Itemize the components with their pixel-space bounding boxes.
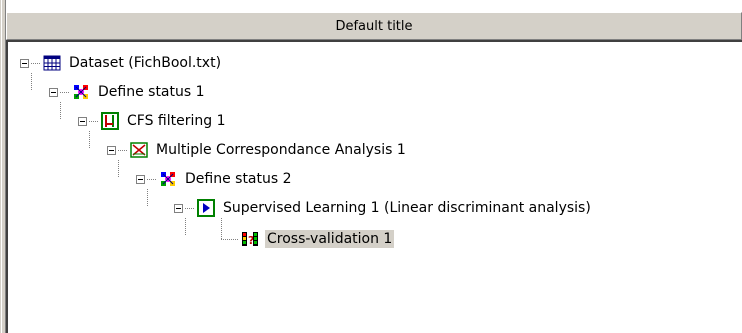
tree-node-cross-validation[interactable]: ? Cross-validation 1 — [241, 228, 395, 250]
tree-connector — [185, 218, 186, 235]
dataset-table-icon — [43, 54, 61, 72]
tree-node-mca[interactable]: Multiple Correspondance Analysis 1 — [107, 139, 408, 161]
tree-connector — [147, 189, 148, 206]
tree-node-label: Supervised Learning 1 (Linear discrimina… — [223, 200, 591, 216]
tree-connector — [89, 131, 90, 148]
tree-node-label: Define status 2 — [185, 171, 292, 187]
window-title: Default title — [335, 18, 413, 34]
tree-connector — [221, 218, 222, 239]
tree-node-define-status-1[interactable]: Define status 1 — [49, 81, 207, 103]
tree-node-label: Define status 1 — [98, 84, 205, 100]
tree-node-supervised-learning[interactable]: Supervised Learning 1 (Linear discrimina… — [174, 197, 593, 219]
main-window: Default title Dataset (FichBool.txt) Def… — [0, 0, 742, 333]
feature-selection-icon — [101, 112, 119, 130]
tree-view[interactable]: Dataset (FichBool.txt) Define status 1 C… — [6, 40, 742, 333]
define-status-icon — [159, 170, 177, 188]
tree-node-label: Cross-validation 1 — [265, 230, 395, 248]
tree-node-cfs-filtering[interactable]: CFS filtering 1 — [78, 110, 228, 132]
tree-node-label: Dataset (FichBool.txt) — [69, 55, 222, 71]
window-title-bar: Default title — [6, 12, 742, 40]
top-strip — [6, 0, 742, 12]
tree-connector — [118, 160, 119, 177]
supervised-learning-icon — [197, 199, 215, 217]
factorial-analysis-icon — [130, 141, 148, 159]
define-status-icon — [72, 83, 90, 101]
collapse-toggle[interactable] — [136, 174, 145, 184]
tree-node-label: Multiple Correspondance Analysis 1 — [156, 142, 406, 158]
collapse-toggle[interactable] — [174, 203, 183, 213]
collapse-toggle[interactable] — [49, 87, 58, 97]
collapse-toggle[interactable] — [20, 58, 29, 68]
tree-node-define-status-2[interactable]: Define status 2 — [136, 168, 294, 190]
tree-node-dataset[interactable]: Dataset (FichBool.txt) — [20, 52, 223, 74]
tree-node-label: CFS filtering 1 — [127, 113, 226, 129]
cross-validation-icon: ? — [241, 230, 259, 248]
collapse-toggle[interactable] — [78, 116, 87, 126]
collapse-toggle[interactable] — [107, 145, 116, 155]
tree-connector — [60, 102, 61, 119]
tree-connector — [221, 239, 239, 240]
tree-connector — [31, 73, 32, 90]
